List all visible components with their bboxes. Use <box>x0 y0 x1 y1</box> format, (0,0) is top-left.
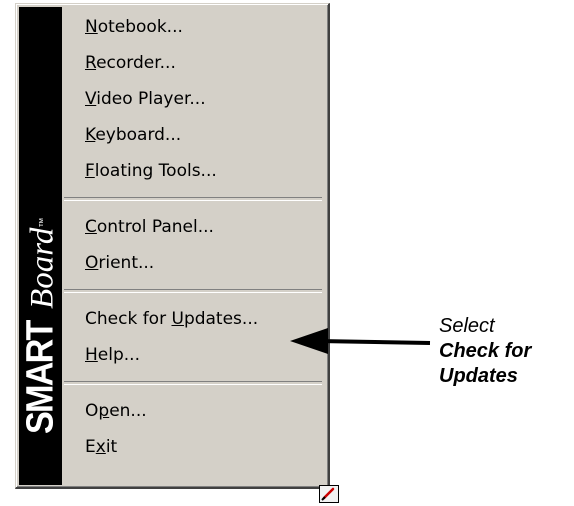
screenshot: SMARTBoard™ Notebook... Recorder... Vide… <box>0 0 574 506</box>
callout-line-updates: Updates <box>439 365 518 387</box>
callout-arrow-icon <box>290 328 431 354</box>
callout-text: Select Check for Updates <box>439 314 531 389</box>
callout-line-select: Select <box>439 315 495 337</box>
callout-line-check-for: Check for <box>439 340 532 362</box>
